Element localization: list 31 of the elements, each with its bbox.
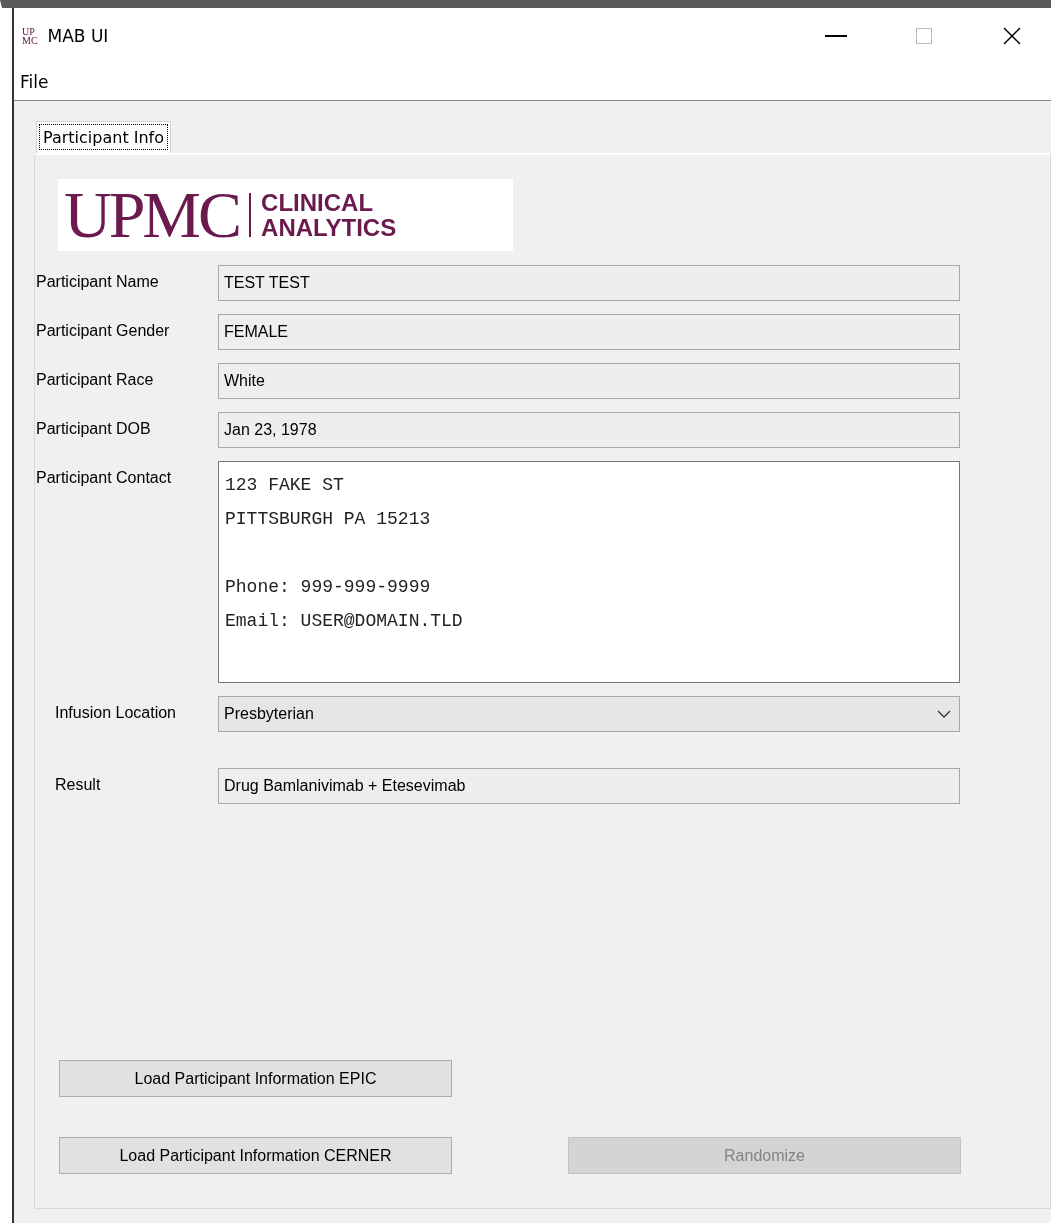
logo-wordmark: UPMC <box>64 182 240 248</box>
chevron-down-icon <box>937 710 951 718</box>
text-line: PITTSBURGH PA 15213 <box>225 508 432 531</box>
location-dropdown[interactable]: Presbyterian <box>218 696 960 732</box>
app-icon: UP MC <box>22 27 38 45</box>
logo-tagline: CLINICAL <box>261 190 375 215</box>
result-field[interactable]: Drug Bamlanivimab + Etesevimab <box>218 768 960 804</box>
text-field[interactable]: TEST TEST <box>218 265 960 301</box>
field-label: Participant Contact <box>36 468 173 487</box>
action-button[interactable]: Load Participant Information EPIC <box>59 1060 452 1097</box>
field-label: Participant Race <box>36 370 155 389</box>
text-line: Phone: 999-999-9999 <box>225 576 432 599</box>
maximize-icon <box>916 28 932 44</box>
menu-item[interactable]: File <box>20 72 49 92</box>
field-label: Infusion Location <box>55 703 177 722</box>
window-title: MAB UI <box>47 26 110 46</box>
tab[interactable]: Participant Info <box>36 121 171 153</box>
close-icon <box>1003 27 1021 45</box>
field-label: Participant DOB <box>36 419 152 438</box>
field-label: Participant Name <box>36 272 160 291</box>
text-field[interactable]: White <box>218 363 960 399</box>
text-field[interactable]: Jan 23, 1978 <box>218 412 960 448</box>
contact-text-area[interactable]: 123 FAKE ST PITTSBURGH PA 15213 Phone: 999-999-9999 Email: USER@DOMAIN.TLD <box>218 461 960 683</box>
logo-tagline: ANALYTICS <box>261 215 397 240</box>
text-line: Email: USER@DOMAIN.TLD <box>225 610 464 633</box>
text-line: 123 FAKE ST <box>225 474 345 497</box>
field-label: Result <box>55 775 102 794</box>
field-label: Participant Gender <box>36 321 171 340</box>
action-button[interactable]: Load Participant Information CERNER <box>59 1137 452 1174</box>
minimize-icon <box>825 34 847 38</box>
text-field[interactable]: FEMALE <box>218 314 960 350</box>
